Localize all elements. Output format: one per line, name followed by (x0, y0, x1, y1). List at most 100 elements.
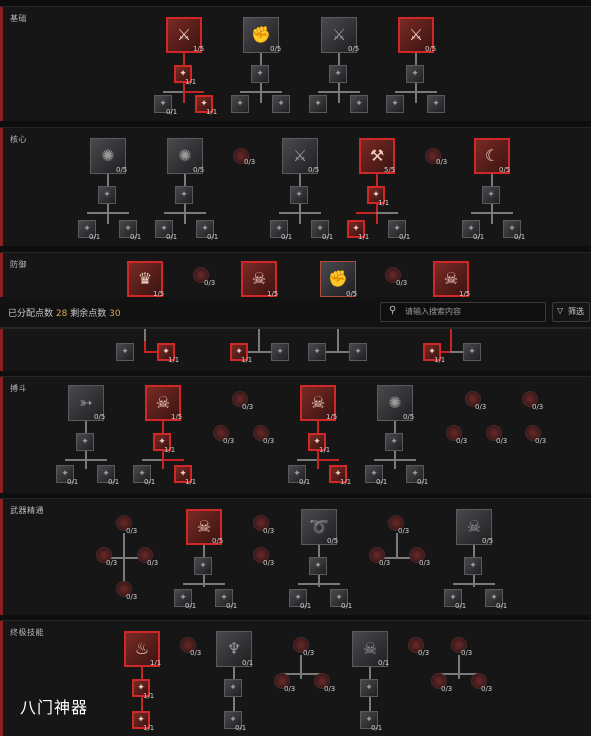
rank-label: 0/3 (223, 437, 235, 445)
rank-label: 0/3 (263, 527, 275, 535)
rank-label: 0/1 (455, 602, 467, 610)
rank-label: 0/1 (399, 233, 411, 241)
rank-label: 0/5 (94, 413, 106, 421)
section-weapon-mastery: 武器精通 0/3 ☠ 0/5 0/3 ➰ 0/5 0/3 ☠ 0/5 0/3 0… (0, 498, 591, 615)
skill-node[interactable]: ✦ (329, 65, 347, 83)
blade-icon: ⚔ (408, 25, 424, 44)
wolf-icon: ☠ (155, 393, 171, 412)
mask-icon: ☠ (466, 517, 482, 536)
rank-label: 0/3 (263, 437, 275, 445)
skill-node[interactable]: ✦ (463, 343, 481, 361)
beast-icon: ☠ (310, 393, 326, 412)
rank-label: 0/3 (126, 593, 138, 601)
connector-line (299, 174, 301, 186)
skull-icon: ☠ (196, 517, 212, 536)
connector-line (458, 655, 460, 679)
skill-node[interactable]: ✦ (482, 186, 500, 204)
connector-line (65, 459, 107, 461)
skill-node[interactable]: ✦ (290, 186, 308, 204)
connector-line (491, 174, 493, 186)
connector-line (318, 91, 360, 93)
search-icon: ⚲ (389, 305, 397, 316)
connector-line (396, 533, 398, 559)
rank-label: 0/3 (244, 158, 256, 166)
search-input[interactable]: ⚲ 请输入搜索内容 (380, 302, 546, 322)
skill-node[interactable]: ✦ (309, 95, 327, 113)
skill-node[interactable]: ✦ (350, 95, 368, 113)
search-placeholder: 请输入搜索内容 (405, 307, 461, 316)
skill-node[interactable]: ✦ (272, 95, 290, 113)
rank-label: 0/1 (207, 233, 219, 241)
skill-node[interactable]: ✦ (308, 343, 326, 361)
rank-label: 0/3 (535, 437, 547, 445)
rank-label: 0/3 (436, 158, 448, 166)
connector-line (338, 83, 340, 103)
section-title: 核心 (10, 135, 27, 144)
section-ultimate: 终极技能 ♨ 1/1 0/3 ♆ 0/1 0/3 ☠ 0/1 0/3 0/3 ✦… (0, 620, 591, 736)
allocated-points-value: 28 (55, 309, 68, 319)
whirl-icon: ✺ (101, 146, 115, 165)
connector-line (376, 212, 398, 214)
skill-node[interactable]: ✦ (231, 95, 249, 113)
connector-line (299, 204, 301, 224)
skill-node[interactable]: ✦ (386, 95, 404, 113)
skill-node[interactable]: ✦ (406, 65, 424, 83)
connector-line (85, 421, 87, 433)
rank-label: 0/1 (417, 478, 429, 486)
skill-node[interactable]: ✦ (385, 433, 403, 451)
filter-button[interactable]: ▽ 筛选 (552, 302, 590, 322)
fist-icon: ✦ (313, 346, 321, 357)
connector-line (471, 212, 513, 214)
section-title: 武器精通 (10, 506, 44, 515)
skill-node[interactable]: ✦ (98, 186, 116, 204)
demon-icon: ☠ (251, 269, 267, 288)
skill-node[interactable]: ✦ (349, 343, 367, 361)
connector-line (317, 421, 319, 433)
rank-label: 0/3 (456, 437, 468, 445)
connector-line (260, 53, 262, 65)
connector-line (258, 329, 260, 351)
section-defense: 防御 ♛ 1/5 0/3 ☠ 1/5 ✊ 0/5 0/3 ☠ 1/5 (0, 252, 591, 299)
connector-line (415, 83, 417, 103)
connector-line (473, 575, 475, 587)
skill-node[interactable]: ✦ (251, 65, 269, 83)
skill-node[interactable]: ✦ (194, 557, 212, 575)
connector-line (394, 421, 396, 433)
rank-label: 1/1 (185, 478, 197, 486)
rank-label: 0/3 (398, 527, 410, 535)
rank-label: 0/5 (212, 537, 224, 545)
skill-node[interactable]: ✦ (360, 679, 378, 697)
skill-node[interactable]: ✦ (427, 95, 445, 113)
rank-label: 0/1 (144, 478, 156, 486)
tornado-icon: ✦ (81, 436, 89, 447)
rank-label: 0/1 (166, 108, 178, 116)
skill-node[interactable]: ✦ (116, 343, 134, 361)
skulls-icon: ✦ (468, 346, 476, 357)
points-bar: 已分配点数 28 剩余点数 30 ⚲ 请输入搜索内容 ▽ 筛选 (0, 297, 591, 328)
rank-label: 0/3 (147, 559, 159, 567)
skill-node[interactable]: ✦ (464, 557, 482, 575)
connector-line (453, 583, 495, 585)
rank-label: 1/1 (185, 78, 197, 86)
skill-node[interactable]: ✦ (76, 433, 94, 451)
warcry-icon: ♛ (137, 269, 153, 288)
connector-line (297, 459, 317, 461)
rank-label: 0/3 (190, 649, 202, 657)
rank-label: 0/1 (67, 478, 79, 486)
whirl-icon: ✺ (178, 146, 192, 165)
connector-line (184, 204, 186, 224)
rank-label: 0/1 (378, 659, 390, 667)
skill-node[interactable]: ✦ (309, 557, 327, 575)
skill-node[interactable]: ✦ (224, 679, 242, 697)
rank-label: 0/1 (89, 233, 101, 241)
section-title: 防御 (10, 260, 27, 269)
connector-line (141, 697, 143, 711)
skill-node[interactable]: ✦ (175, 186, 193, 204)
skill-node[interactable]: ✦ (271, 343, 289, 361)
fire-icon: ♨ (134, 639, 150, 658)
double-axe-icon: ⚒ (369, 146, 385, 165)
rank-label: 0/5 (499, 166, 511, 174)
rank-label: 1/1 (150, 659, 162, 667)
rank-label: 0/5 (425, 45, 437, 53)
connector-line (279, 212, 321, 214)
